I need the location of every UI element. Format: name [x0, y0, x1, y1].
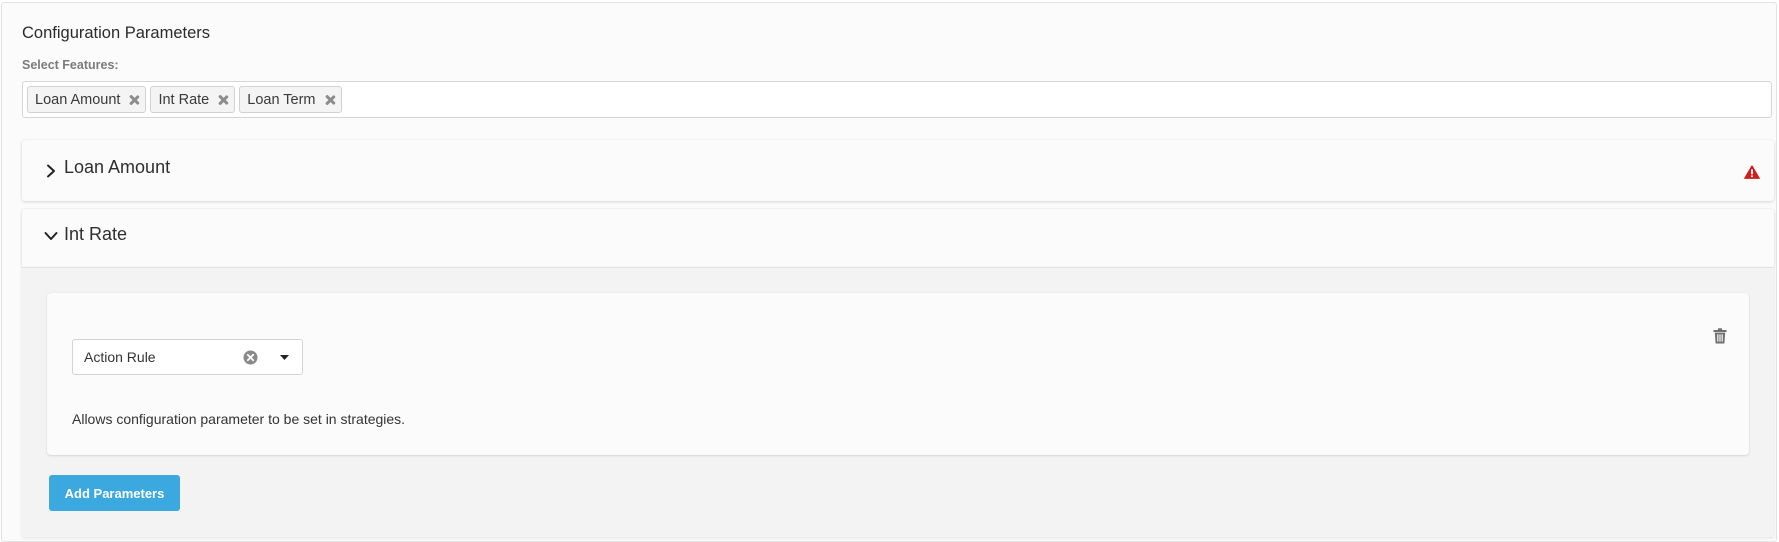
feature-tag-loan-amount: Loan Amount [27, 86, 147, 113]
accordion-header-loan-amount[interactable]: Loan Amount [22, 140, 1774, 201]
close-icon[interactable] [325, 95, 335, 105]
warning-icon [1744, 165, 1760, 179]
accordion-title: Loan Amount [64, 157, 171, 177]
parameter-type-select[interactable]: Action Rule [72, 339, 303, 375]
feature-tag-int-rate: Int Rate [150, 86, 236, 113]
parameter-card: Action Rule Allows configuration paramet… [47, 293, 1749, 455]
select-value: Action Rule [84, 349, 156, 365]
accordion-header-int-rate[interactable]: Int Rate [22, 209, 1774, 267]
feature-tag-label: Loan Term [247, 91, 316, 108]
trash-icon[interactable] [1713, 328, 1727, 344]
feature-multiselect[interactable]: Loan Amount Int Rate Loan Term [22, 81, 1772, 118]
page-title: Configuration Parameters [22, 24, 211, 42]
select-features-label: Select Features: [22, 58, 119, 72]
configuration-panel: Configuration Parameters Select Features… [1, 2, 1777, 542]
accordion-title: Int Rate [64, 224, 128, 244]
feature-tag-loan-term: Loan Term [239, 86, 342, 113]
feature-tag-label: Loan Amount [35, 91, 121, 108]
close-icon[interactable] [129, 95, 139, 105]
add-parameters-button[interactable]: Add Parameters [49, 475, 180, 511]
clear-icon[interactable] [243, 350, 258, 365]
caret-down-icon[interactable] [280, 355, 289, 360]
chevron-down-icon [44, 232, 58, 240]
accordion-body-int-rate: Action Rule Allows configuration paramet… [22, 267, 1774, 537]
chevron-right-icon [47, 164, 55, 178]
feature-tag-label: Int Rate [158, 91, 210, 108]
close-icon[interactable] [218, 95, 228, 105]
parameter-description: Allows configuration parameter to be set… [72, 411, 406, 427]
